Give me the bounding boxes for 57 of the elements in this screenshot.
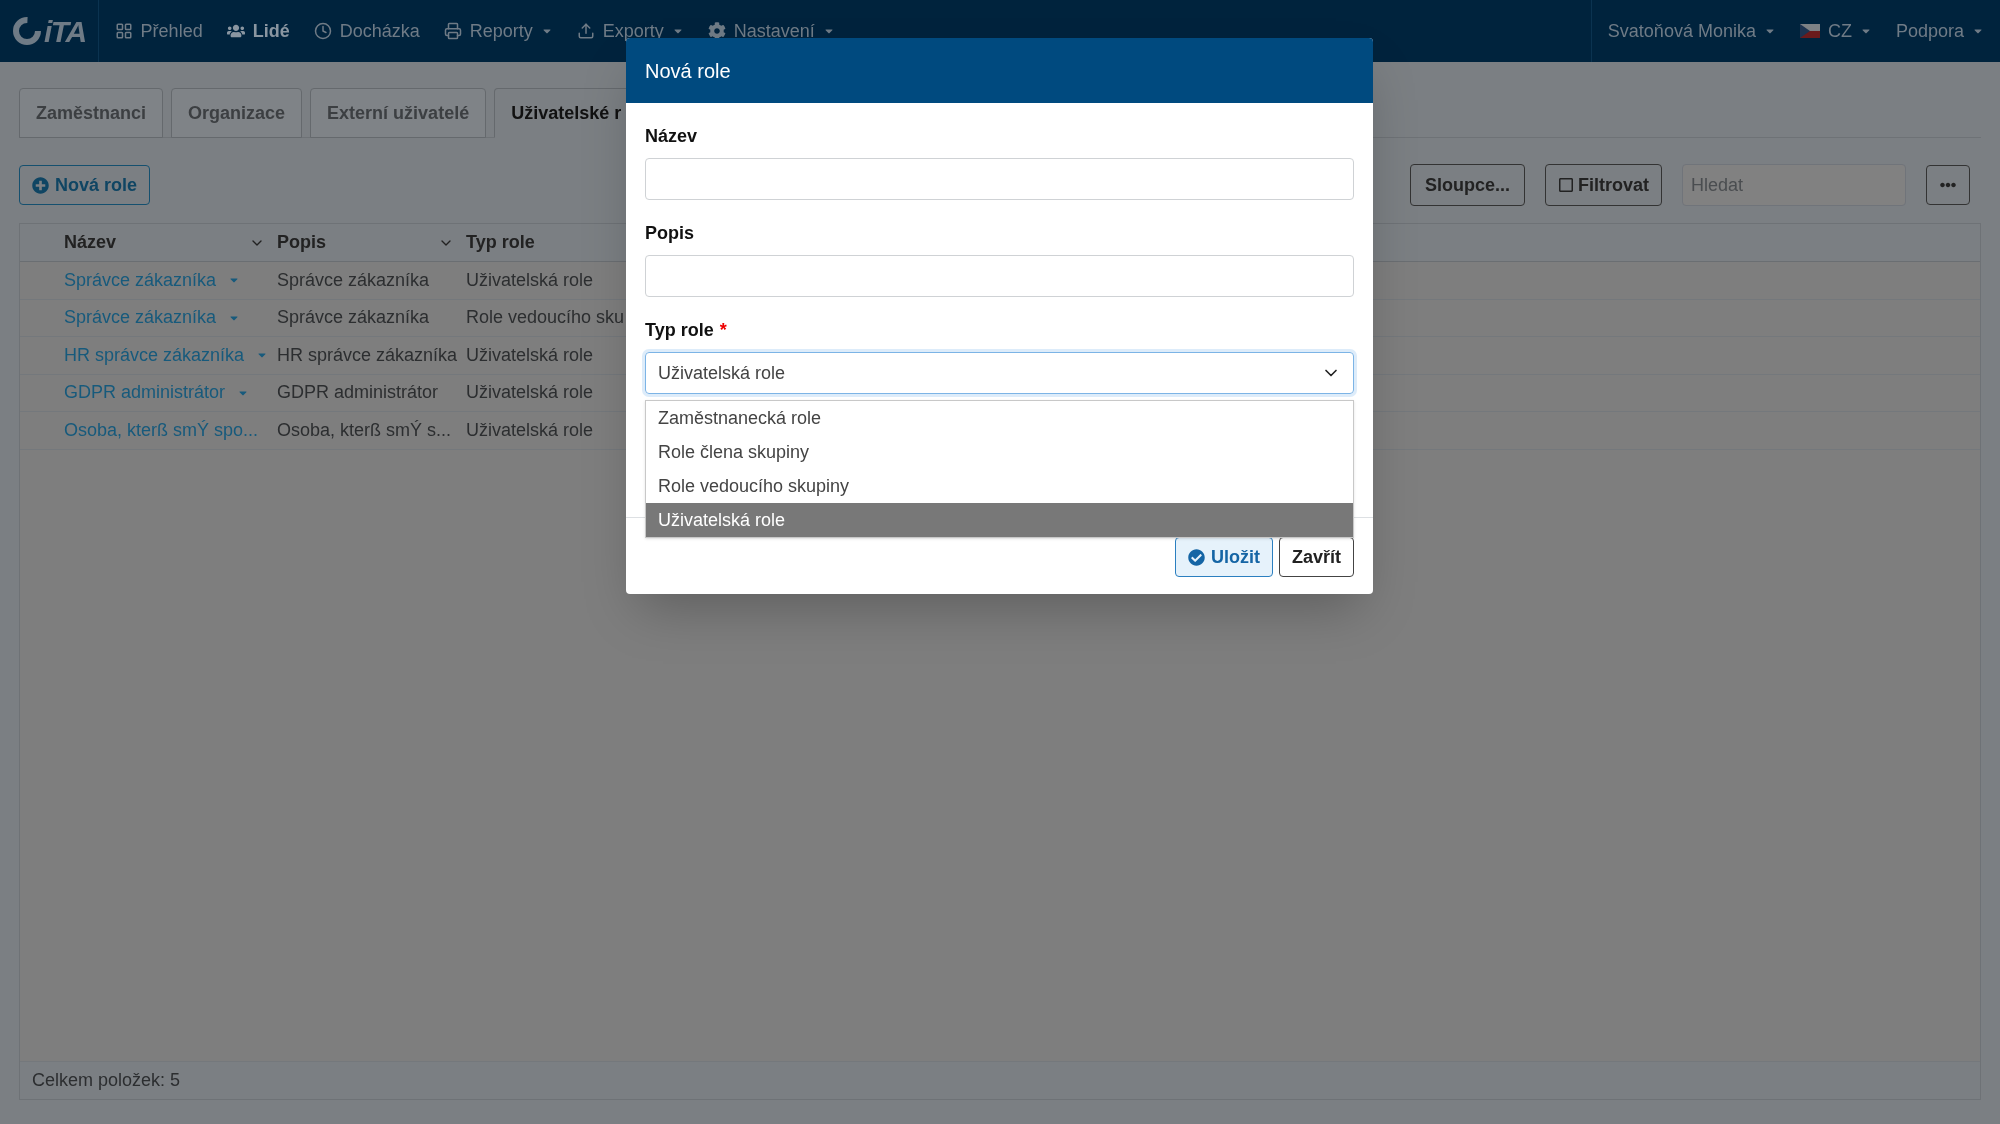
columns-button[interactable]: Sloupce... — [1409, 164, 1525, 206]
tab[interactable]: Organizace — [171, 88, 303, 138]
printer-icon — [443, 22, 462, 40]
table-cell-text: Správce zákazníka — [277, 268, 431, 292]
column-header[interactable]: Typ role — [466, 229, 535, 256]
grid-icon — [114, 22, 133, 40]
role-type-select[interactable]: Uživatelská role — [645, 352, 1354, 394]
role-link[interactable]: Osoba, kterß smÝ spo... — [64, 416, 259, 444]
dropdown-option[interactable]: Uživatelská role — [646, 503, 1353, 537]
role-link[interactable]: Správce zákazníka — [64, 304, 217, 332]
required-mark: * — [719, 319, 727, 342]
column-header[interactable]: Název — [64, 229, 277, 256]
settings-icon — [707, 22, 726, 40]
logo-icon — [12, 16, 42, 46]
nav-item[interactable]: Nastavení — [707, 17, 835, 45]
item-count: Celkem položek: 5 — [32, 1069, 181, 1092]
logo-text: iTA — [44, 13, 86, 50]
table-cell-text: Uživatelská role — [466, 418, 594, 442]
role-link[interactable]: GDPR administrátor — [64, 379, 226, 407]
check-icon — [1187, 548, 1205, 566]
filter-button[interactable]: Filtrovat — [1545, 164, 1662, 206]
table-cell-text: Správce zákazníka — [277, 306, 431, 330]
more-button[interactable] — [1926, 165, 1970, 205]
new-role-button[interactable]: Nová role — [19, 165, 151, 205]
flag-icon — [1799, 24, 1820, 38]
plus-icon — [32, 176, 49, 194]
table-cell-text: GDPR administrátor — [277, 381, 440, 405]
nav-item[interactable]: Přehled — [114, 17, 203, 45]
field-label: Typ role — [645, 319, 714, 342]
text-field[interactable] — [645, 158, 1354, 200]
users-icon — [226, 22, 245, 40]
table-cell-text: Role vedoucího sku — [466, 306, 625, 330]
table-cell-text: Uživatelská role — [466, 343, 594, 367]
nav-item[interactable]: Exporty — [576, 17, 684, 45]
table-cell-text: HR správce zákazníka — [277, 343, 459, 367]
table-cell-text: Uživatelská role — [466, 381, 594, 405]
save-button[interactable]: Uložit — [1174, 537, 1273, 577]
user-menu[interactable]: Svatoňová Monika — [1607, 17, 1776, 45]
dropdown-option[interactable]: Zaměstnanecká role — [646, 401, 1353, 435]
dialog-title: Nová role — [645, 58, 731, 84]
nav-item[interactable]: Reporty — [443, 17, 553, 45]
column-header[interactable]: Popis — [277, 229, 466, 256]
field-label: Popis — [645, 222, 694, 245]
text-field[interactable] — [645, 255, 1354, 297]
dropdown-option[interactable]: Role člena skupiny — [646, 435, 1353, 469]
tab[interactable]: Externí uživatelé — [310, 88, 487, 138]
upload-icon — [576, 22, 595, 40]
language-menu[interactable]: CZ — [1799, 17, 1872, 45]
clock-icon — [313, 22, 332, 40]
role-link[interactable]: Správce zákazníka — [64, 266, 217, 294]
table-cell-text: Uživatelská role — [466, 268, 594, 292]
table-cell-text: Osoba, kterß smÝ s... — [277, 418, 453, 442]
dropdown-option[interactable]: Role vedoucího skupiny — [646, 469, 1353, 503]
nav-item[interactable]: Lidé — [226, 17, 290, 45]
support-menu[interactable]: Podpora — [1895, 17, 1984, 45]
tab[interactable]: Zaměstnanci — [19, 88, 164, 138]
nav-item[interactable]: Docházka — [313, 17, 420, 45]
